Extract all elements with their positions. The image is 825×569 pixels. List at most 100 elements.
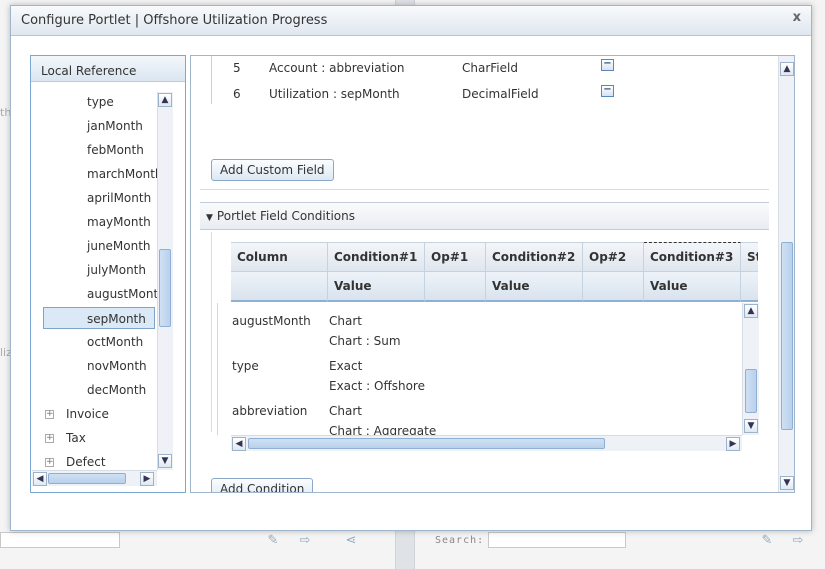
tree-group-tax[interactable]: + Tax (45, 427, 86, 449)
scroll-left-icon[interactable]: ◀ (232, 437, 246, 451)
local-reference-panel: Local Reference type janMonth febMonth m… (30, 55, 186, 493)
scroll-thumb[interactable] (48, 473, 126, 484)
column-header-op2[interactable]: Op#2 (583, 242, 644, 272)
edit-icon[interactable]: ✎ (759, 533, 775, 549)
tree-vertical-scrollbar[interactable]: ▲ ▼ (157, 92, 173, 470)
background-right-footer: Search: (435, 528, 627, 552)
remove-field-button[interactable]: − (601, 85, 614, 97)
condition-type[interactable]: Chart (329, 314, 362, 328)
scroll-down-icon[interactable]: ▼ (780, 476, 794, 490)
subheader-cell (583, 272, 644, 302)
tree-item[interactable]: mayMonth (87, 211, 151, 233)
conditions-list: augustMonth Chart Chart : Sum type Exact… (217, 303, 759, 435)
divider (200, 189, 769, 190)
portlet-fields-panel: 5 Account : abbreviation CharField − 6 U… (190, 55, 795, 493)
scroll-thumb[interactable] (781, 242, 793, 430)
field-name: Utilization : sepMonth (269, 87, 400, 101)
tree-group-label: Invoice (66, 407, 109, 421)
scroll-thumb[interactable] (745, 369, 757, 413)
conditions-vertical-scrollbar[interactable]: ▲ ▼ (742, 303, 759, 435)
condition-column[interactable]: augustMonth (232, 314, 311, 328)
column-header-column[interactable]: Column (231, 242, 328, 272)
grid-subheader-row: Value Value Value (231, 272, 758, 302)
tree-item[interactable]: decMonth (87, 379, 146, 401)
tree-item[interactable]: octMonth (87, 331, 143, 353)
field-number: 6 (233, 87, 241, 101)
field-name: Account : abbreviation (269, 61, 405, 75)
scroll-up-icon[interactable]: ▲ (780, 62, 794, 76)
tree-item[interactable]: type (87, 91, 114, 113)
condition-column[interactable]: abbreviation (232, 404, 307, 418)
scroll-right-icon[interactable]: ▶ (726, 437, 740, 451)
field-type: CharField (462, 61, 518, 75)
tree-group-invoice[interactable]: + Invoice (45, 403, 109, 425)
tree-item[interactable]: janMonth (87, 115, 143, 137)
remove-field-button[interactable]: − (601, 59, 614, 71)
tree-horizontal-scrollbar[interactable]: ◀ ▶ (32, 470, 157, 486)
tree-item[interactable]: marchMonth (87, 163, 157, 185)
tree-item[interactable]: aprilMonth (87, 187, 151, 209)
condition-column[interactable]: type (232, 359, 259, 373)
scroll-up-icon[interactable]: ▲ (158, 93, 172, 107)
portlet-field-conditions-header[interactable]: ▼ Portlet Field Conditions (200, 202, 769, 230)
tree-group-label: Defect (66, 455, 106, 469)
field-list-border (211, 56, 212, 104)
subheader-value: Value (486, 272, 583, 302)
background-search-input[interactable] (488, 532, 627, 548)
scroll-thumb[interactable] (248, 438, 605, 449)
tree-group-label: Tax (66, 431, 86, 445)
grid-header-row: Column Condition#1 Op#1 Condition#2 Op#2… (231, 242, 758, 272)
column-header-condition3[interactable]: Condition#3 (644, 242, 741, 272)
dialog-titlebar[interactable]: Configure Portlet | Offshore Utilization… (11, 6, 811, 36)
local-reference-header: Local Reference (31, 56, 185, 82)
condition-value[interactable]: Chart : Sum (329, 334, 401, 348)
expand-icon[interactable]: + (45, 410, 54, 419)
share-icon[interactable]: ⋖ (343, 533, 359, 549)
tree-item[interactable]: augustMonth (87, 283, 157, 305)
background-left-footer (0, 528, 120, 552)
expand-icon[interactable]: + (45, 434, 54, 443)
condition-type[interactable]: Exact (329, 359, 362, 373)
subheader-cell (425, 272, 486, 302)
condition-value[interactable]: Exact : Offshore (329, 379, 425, 393)
scroll-left-icon[interactable]: ◀ (33, 472, 47, 486)
field-number: 5 (233, 61, 241, 75)
export-icon[interactable]: ⇨ (790, 533, 806, 549)
export-icon[interactable]: ⇨ (297, 533, 313, 549)
configure-portlet-dialog: Configure Portlet | Offshore Utilization… (10, 5, 812, 531)
tree-item[interactable]: febMonth (87, 139, 144, 161)
scroll-thumb[interactable] (159, 249, 171, 327)
column-header-op1[interactable]: Op#1 (425, 242, 486, 272)
expand-icon[interactable]: + (45, 458, 54, 467)
field-type: DecimalField (462, 87, 539, 101)
reference-tree: type janMonth febMonth marchMonth aprilM… (32, 82, 157, 480)
edit-icon[interactable]: ✎ (265, 533, 281, 549)
condition-type[interactable]: Chart (329, 404, 362, 418)
conditions-grid-header: Column Condition#1 Op#1 Condition#2 Op#2… (231, 242, 758, 302)
tree-item[interactable]: juneMonth (87, 235, 151, 257)
column-header-condition2[interactable]: Condition#2 (486, 242, 583, 272)
subheader-value: Value (644, 272, 741, 302)
add-condition-button[interactable]: Add Condition (211, 478, 314, 492)
condition-value[interactable]: Chart : Aggregate (329, 424, 436, 435)
scroll-down-icon[interactable]: ▼ (158, 454, 172, 468)
column-header-st[interactable]: St (741, 242, 758, 272)
close-icon[interactable]: x (793, 10, 801, 25)
background-search-input[interactable] (0, 532, 120, 548)
panel-vertical-scrollbar[interactable]: ▲ ▼ (778, 56, 794, 492)
column-header-condition1[interactable]: Condition#1 (328, 242, 425, 272)
subheader-value: Value (328, 272, 425, 302)
tree-item-selected[interactable]: sepMonth (43, 307, 155, 329)
dialog-title: Configure Portlet | Offshore Utilization… (21, 13, 328, 28)
scroll-up-icon[interactable]: ▲ (744, 304, 758, 318)
subheader-cell (741, 272, 758, 302)
tree-item[interactable]: novMonth (87, 355, 147, 377)
add-custom-field-button[interactable]: Add Custom Field (211, 159, 334, 181)
conditions-horizontal-scrollbar[interactable]: ◀ ▶ (231, 435, 742, 451)
subheader-cell (231, 272, 328, 302)
collapse-arrow-icon[interactable]: ▼ (206, 213, 213, 223)
tree-item[interactable]: julyMonth (87, 259, 146, 281)
scroll-right-icon[interactable]: ▶ (140, 472, 154, 486)
search-label: Search: (435, 534, 485, 546)
scroll-down-icon[interactable]: ▼ (744, 419, 758, 433)
